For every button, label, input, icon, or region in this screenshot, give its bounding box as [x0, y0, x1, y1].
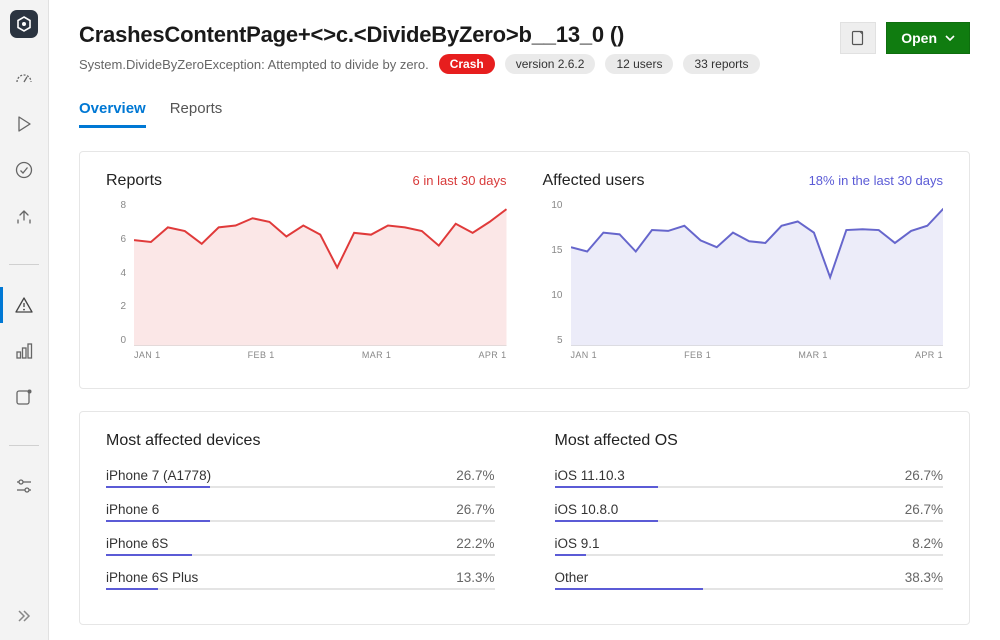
pill-crash: Crash [439, 54, 495, 74]
sidebar-item-distribute[interactable] [0, 204, 48, 228]
bar-percent: 38.3% [905, 570, 943, 585]
sidebar-item-settings[interactable] [0, 474, 48, 498]
tab-overview[interactable]: Overview [79, 100, 146, 128]
bar-percent: 13.3% [456, 570, 494, 585]
bar-item: iPhone 6S 22.2% [106, 536, 495, 556]
bar-percent: 26.7% [905, 502, 943, 517]
bar-item: iPhone 7 (A1778) 26.7% [106, 468, 495, 488]
bars-icon [14, 341, 34, 361]
bar-item: iOS 11.10.3 26.7% [555, 468, 944, 488]
bar-percent: 26.7% [456, 502, 494, 517]
reports-chart: Reports 6 in last 30 days 86420JAN 1FEB … [106, 172, 507, 368]
chevron-down-icon [945, 33, 955, 43]
bar-label: iOS 9.1 [555, 536, 600, 551]
sidebar-item-overview[interactable] [0, 66, 48, 90]
bar-label: Other [555, 570, 589, 585]
bar-percent: 26.7% [905, 468, 943, 483]
distribute-icon [14, 206, 34, 226]
sidebar-item-analytics[interactable] [0, 339, 48, 363]
bar-label: iOS 10.8.0 [555, 502, 619, 517]
device-dot-icon [14, 387, 34, 407]
bar-label: iOS 11.10.3 [555, 468, 625, 483]
os-title: Most affected OS [555, 432, 944, 450]
sidebar-item-push[interactable] [0, 385, 48, 409]
bar-label: iPhone 7 (A1778) [106, 468, 211, 483]
pill-reports: 33 reports [683, 54, 759, 74]
check-circle-icon [14, 160, 34, 180]
page-title: CrashesContentPage+<>c.<DivideByZero>b__… [79, 22, 760, 48]
stat-users: 18% in the last 30 days [809, 173, 943, 188]
play-icon [15, 115, 33, 133]
open-button[interactable]: Open [886, 22, 970, 54]
note-icon [850, 30, 866, 46]
open-label: Open [901, 30, 937, 46]
app-logo[interactable] [10, 10, 38, 38]
main: CrashesContentPage+<>c.<DivideByZero>b__… [49, 0, 1000, 640]
chart-title-users: Affected users [543, 172, 645, 190]
sidebar-item-test[interactable] [0, 158, 48, 182]
chart-title-reports: Reports [106, 172, 162, 190]
bar-percent: 22.2% [456, 536, 494, 551]
tabs: Overview Reports [79, 100, 970, 129]
exception-message: System.DivideByZeroException: Attempted … [79, 57, 429, 72]
stat-reports: 6 in last 30 days [413, 173, 507, 188]
bar-item: Other 38.3% [555, 570, 944, 590]
users-chart: Affected users 18% in the last 30 days 1… [543, 172, 944, 368]
sidebar-expand[interactable] [0, 606, 48, 626]
charts-card: Reports 6 in last 30 days 86420JAN 1FEB … [79, 151, 970, 389]
devices-breakdown: Most affected devices iPhone 7 (A1778) 26… [106, 432, 495, 604]
bar-item: iPhone 6 26.7% [106, 502, 495, 522]
tab-reports[interactable]: Reports [170, 100, 223, 128]
bar-percent: 8.2% [912, 536, 943, 551]
sidebar [0, 0, 49, 640]
gauge-icon [14, 68, 34, 88]
hex-logo-icon [16, 16, 32, 32]
bar-item: iOS 9.1 8.2% [555, 536, 944, 556]
pill-users: 12 users [605, 54, 673, 74]
os-breakdown: Most affected OS iOS 11.10.326.7%iOS 10.… [555, 432, 944, 604]
sidebar-item-build[interactable] [0, 112, 48, 136]
annotate-button[interactable] [840, 22, 876, 54]
sidebar-separator-2 [9, 445, 39, 446]
chevrons-right-icon [14, 606, 34, 626]
bar-label: iPhone 6S [106, 536, 168, 551]
sliders-icon [14, 476, 34, 496]
sidebar-separator [9, 264, 39, 265]
sidebar-item-diagnostics[interactable] [0, 293, 48, 317]
bar-label: iPhone 6 [106, 502, 159, 517]
bar-item: iOS 10.8.0 26.7% [555, 502, 944, 522]
bar-label: iPhone 6S Plus [106, 570, 198, 585]
bar-item: iPhone 6S Plus 13.3% [106, 570, 495, 590]
bar-percent: 26.7% [456, 468, 494, 483]
breakdown-card: Most affected devices iPhone 7 (A1778) 26… [79, 411, 970, 625]
pill-version: version 2.6.2 [505, 54, 596, 74]
warning-icon [14, 295, 34, 315]
devices-title: Most affected devices [106, 432, 495, 450]
